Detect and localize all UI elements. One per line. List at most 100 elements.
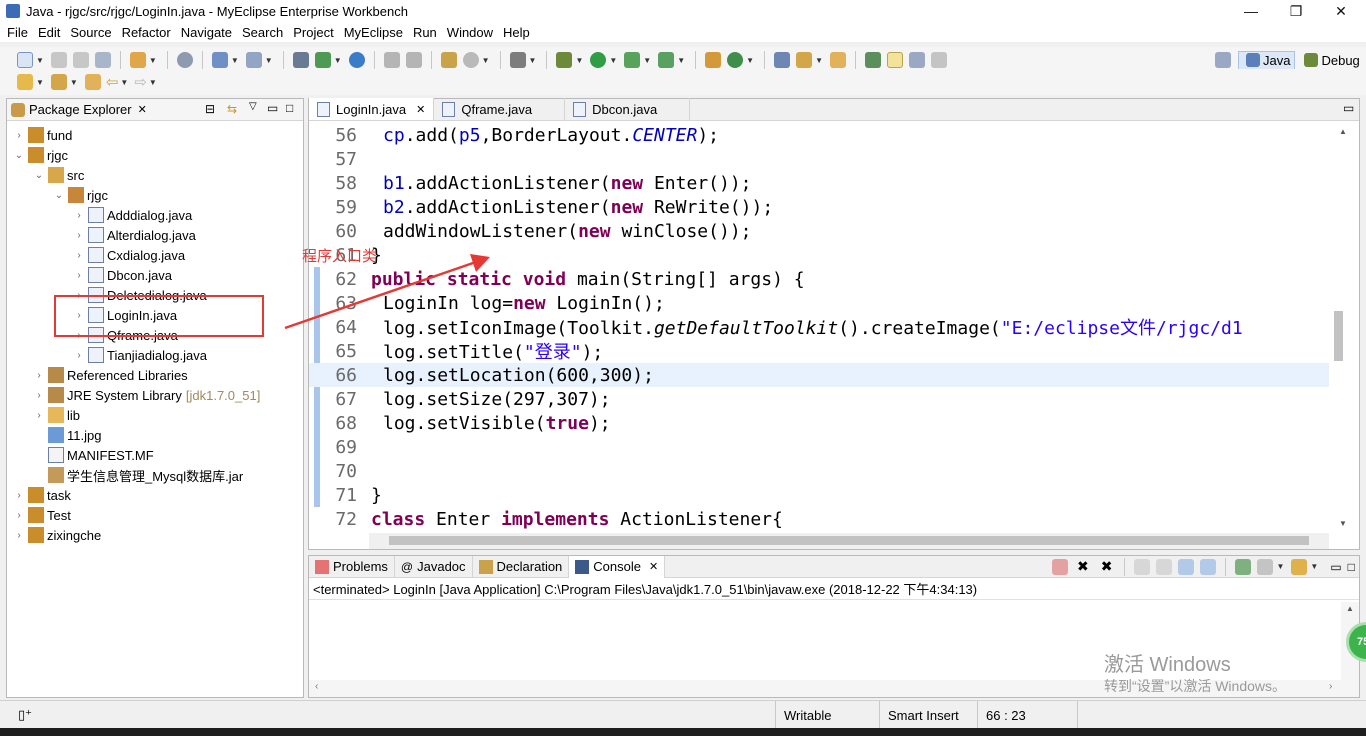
- code-line[interactable]: 60 addWindowListener(new winClose());: [309, 219, 1329, 243]
- minimize-view-icon[interactable]: ▭: [267, 101, 278, 115]
- show-whitespace-icon[interactable]: [930, 52, 947, 68]
- tree-item[interactable]: › Cxdialog.java: [73, 245, 185, 265]
- chevron-right-icon[interactable]: ›: [33, 370, 45, 381]
- debug-icon[interactable]: [556, 52, 573, 68]
- link-with-editor-icon[interactable]: ⇆: [227, 102, 237, 116]
- new-icon[interactable]: [17, 52, 33, 68]
- tree-item[interactable]: 学生信息管理_Mysql数据库.jar: [33, 465, 243, 485]
- minimize-button[interactable]: —: [1228, 0, 1274, 22]
- find-icon[interactable]: [245, 52, 262, 68]
- chevron-down-icon[interactable]: ▼: [334, 56, 342, 65]
- code-line[interactable]: 68 log.setVisible(true);: [309, 411, 1329, 435]
- chevron-right-icon[interactable]: ›: [73, 230, 85, 241]
- word-wrap-icon[interactable]: [1156, 558, 1173, 575]
- menu-navigate[interactable]: Navigate: [176, 25, 237, 40]
- chevron-down-icon[interactable]: ▼: [529, 56, 537, 65]
- new-class-icon[interactable]: [727, 52, 744, 68]
- tree-item[interactable]: › lib: [33, 405, 80, 425]
- redo-icon[interactable]: [405, 52, 422, 68]
- code-line[interactable]: 57: [309, 147, 1329, 171]
- menu-window[interactable]: Window: [442, 25, 498, 40]
- print-icon[interactable]: [94, 52, 111, 68]
- editor-tab-dbcon[interactable]: Dbcon.java: [565, 98, 691, 120]
- close-window-button[interactable]: ✕: [1318, 0, 1364, 22]
- code-line[interactable]: 67 log.setSize(297,307);: [309, 387, 1329, 411]
- horizontal-scrollbar[interactable]: [369, 533, 1329, 549]
- code-line[interactable]: 71}: [309, 483, 1329, 507]
- menu-run[interactable]: Run: [408, 25, 442, 40]
- menu-project[interactable]: Project: [288, 25, 338, 40]
- chevron-down-icon[interactable]: ▼: [746, 56, 754, 65]
- restore-button[interactable]: ❐: [1273, 0, 1319, 22]
- terminate-icon[interactable]: [1052, 558, 1068, 575]
- code-line[interactable]: 66 log.setLocation(600,300);: [309, 363, 1329, 387]
- vertical-scrollbar[interactable]: ▲ ▼: [1329, 123, 1359, 531]
- chevron-down-icon[interactable]: ⌄: [13, 150, 25, 161]
- chevron-right-icon[interactable]: ›: [13, 510, 25, 521]
- server-icon[interactable]: [176, 52, 193, 68]
- tree-item[interactable]: 11.jpg: [33, 425, 101, 445]
- tree-item[interactable]: › task: [13, 485, 71, 505]
- chevron-down-icon[interactable]: ▼: [1310, 562, 1318, 571]
- gear-icon[interactable]: [462, 52, 479, 68]
- tab-declaration[interactable]: Declaration: [473, 555, 570, 578]
- chevron-right-icon[interactable]: ›: [13, 130, 25, 141]
- remove-all-icon[interactable]: ✖: [1101, 558, 1113, 575]
- open-console-icon[interactable]: [1291, 558, 1308, 575]
- code-line[interactable]: 70: [309, 459, 1329, 483]
- minimize-view-icon[interactable]: ▭: [1330, 560, 1341, 574]
- menu-help[interactable]: Help: [498, 25, 535, 40]
- chevron-down-icon[interactable]: ⌄: [33, 170, 45, 181]
- chevron-down-icon[interactable]: ▼: [609, 56, 617, 65]
- browser-icon[interactable]: [348, 52, 365, 68]
- menu-source[interactable]: Source: [65, 25, 116, 40]
- open-folder-icon[interactable]: [829, 52, 846, 68]
- search-icon[interactable]: [211, 52, 228, 68]
- remove-launch-icon[interactable]: ✖: [1077, 558, 1089, 575]
- tab-problems[interactable]: Problems: [309, 555, 395, 578]
- chevron-right-icon[interactable]: ›: [73, 210, 85, 221]
- chevron-right-icon[interactable]: ›: [13, 530, 25, 541]
- chevron-down-icon[interactable]: ▼: [149, 78, 157, 87]
- chevron-right-icon[interactable]: ›: [33, 410, 45, 421]
- last-edit-icon[interactable]: [84, 74, 101, 90]
- tree-item[interactable]: › Alterdialog.java: [73, 225, 196, 245]
- run-icon[interactable]: [590, 52, 607, 68]
- menu-search[interactable]: Search: [237, 25, 288, 40]
- debug-perspective-button[interactable]: Debug: [1301, 53, 1360, 68]
- code-line[interactable]: 58 b1.addActionListener(new Enter());: [309, 171, 1329, 195]
- code-line[interactable]: 65 log.setTitle("登录");: [309, 339, 1329, 364]
- tab-console[interactable]: Console ✕: [569, 555, 666, 578]
- view-menu-icon[interactable]: ▽: [249, 101, 257, 112]
- tree-item[interactable]: › Referenced Libraries: [33, 365, 188, 385]
- open-type-icon[interactable]: [774, 52, 791, 68]
- chevron-right-icon[interactable]: ›: [73, 270, 85, 281]
- chevron-down-icon[interactable]: ▼: [482, 56, 490, 65]
- tree-item[interactable]: › Test: [13, 505, 71, 525]
- editor-tab-loginin[interactable]: LoginIn.java ✕: [309, 98, 435, 120]
- pin-console-icon[interactable]: [1235, 558, 1252, 575]
- code-line[interactable]: 69: [309, 435, 1329, 459]
- link-icon[interactable]: [864, 52, 881, 68]
- tree-item[interactable]: ⌄ rjgc: [53, 185, 108, 205]
- chevron-right-icon[interactable]: ›: [73, 350, 85, 361]
- block-select-icon[interactable]: [908, 52, 925, 68]
- chevron-down-icon[interactable]: ▼: [36, 56, 44, 65]
- chevron-down-icon[interactable]: ▼: [149, 56, 157, 65]
- chevron-right-icon[interactable]: ›: [73, 250, 85, 261]
- chevron-right-icon[interactable]: ›: [13, 490, 25, 501]
- next-annotation-icon[interactable]: [17, 74, 33, 90]
- scroll-lock-icon[interactable]: [1134, 558, 1151, 575]
- minimize-editor-icon[interactable]: ▭: [1343, 101, 1354, 115]
- java-perspective-button[interactable]: Java: [1238, 50, 1296, 70]
- chevron-down-icon[interactable]: ▼: [815, 56, 823, 65]
- highlight-icon[interactable]: [886, 52, 903, 68]
- close-icon[interactable]: ✕: [138, 103, 147, 116]
- package-icon[interactable]: [705, 52, 722, 68]
- editor-tab-qframe[interactable]: Qframe.java: [434, 98, 566, 120]
- tree-item[interactable]: › Adddialog.java: [73, 205, 192, 225]
- save-icon[interactable]: [50, 52, 67, 68]
- new-web-icon[interactable]: [314, 52, 331, 68]
- fast-view-icon[interactable]: ▯⁺: [18, 707, 32, 723]
- run-config-icon[interactable]: [624, 52, 641, 68]
